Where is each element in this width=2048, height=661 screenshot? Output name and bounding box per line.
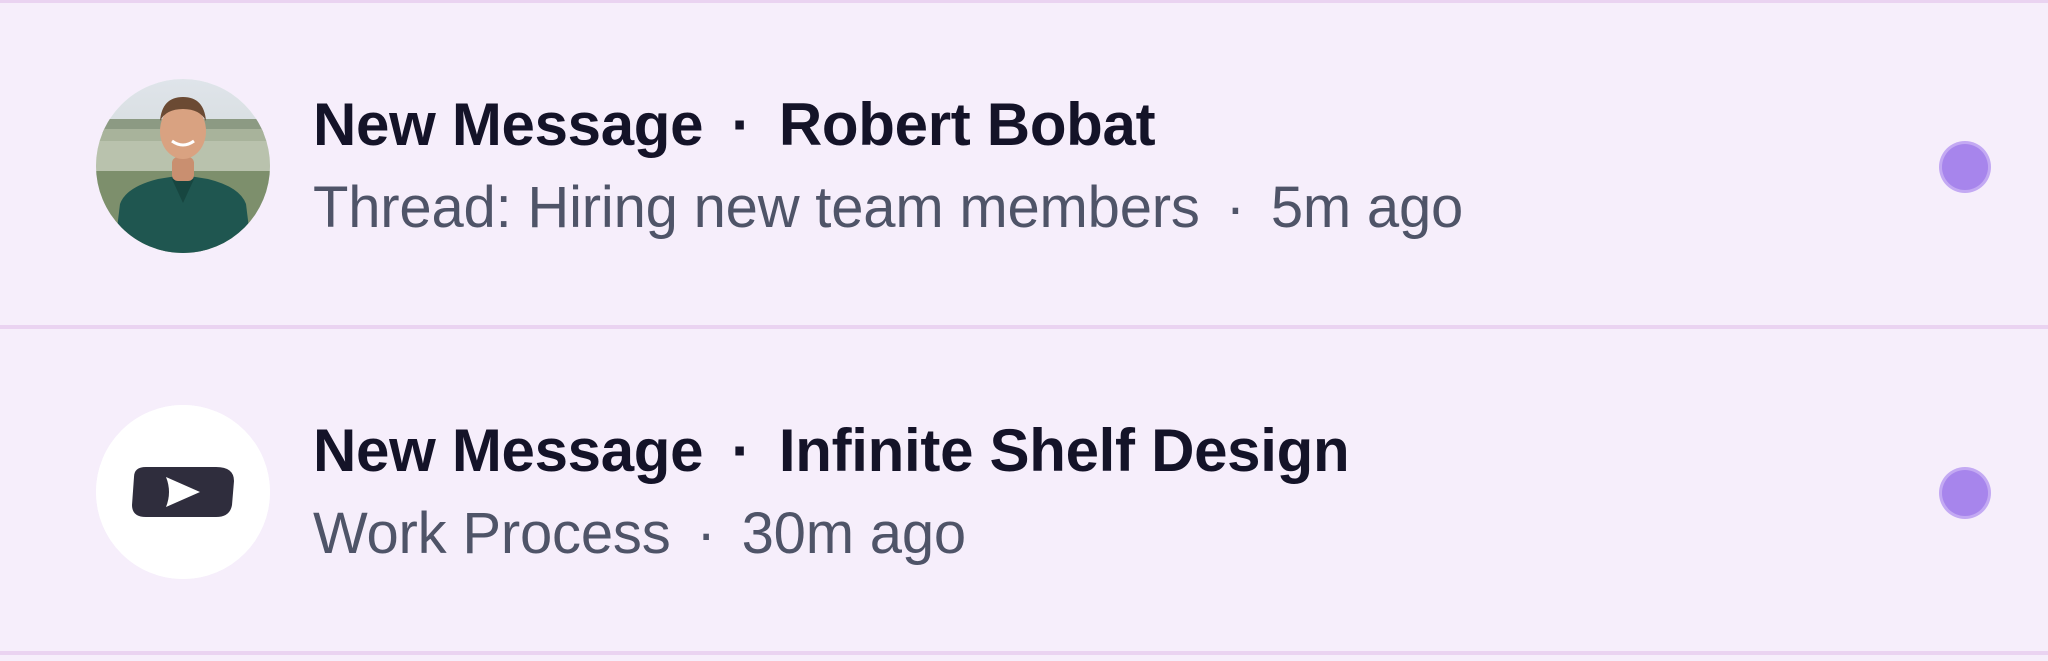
avatar	[96, 79, 270, 253]
notification-title: New Message · Robert Bobat	[313, 89, 1463, 161]
notification-context: Thread: Hiring new team members	[313, 175, 1200, 240]
avatar	[96, 405, 270, 579]
person-photo-avatar	[96, 79, 270, 253]
notification-sender: Infinite Shelf Design	[778, 417, 1350, 484]
notification-subtitle: Thread: Hiring new team members · 5m ago	[313, 173, 1463, 243]
notification-context: Work Process	[313, 501, 671, 566]
notification-item[interactable]: New Message · Robert Bobat Thread: Hiring …	[0, 3, 2048, 329]
notification-list: New Message · Robert Bobat Thread: Hiring …	[0, 0, 2048, 661]
notification-title: New Message · Infinite Shelf Design	[313, 415, 1350, 487]
unread-indicator	[1942, 470, 1988, 516]
title-separator: ·	[731, 91, 751, 158]
notification-subtitle: Work Process · 30m ago	[313, 499, 1349, 569]
notification-item[interactable]: New Message · Infinite Shelf Design Work P…	[0, 329, 2048, 655]
subtitle-separator: ·	[696, 501, 716, 566]
notification-type: New Message	[313, 91, 704, 158]
title-separator: ·	[731, 417, 751, 484]
infinite-shelf-logo-icon	[96, 405, 270, 579]
unread-indicator	[1942, 144, 1988, 190]
notification-text: New Message · Robert Bobat Thread: Hiring …	[313, 89, 1463, 243]
notification-sender: Robert Bobat	[778, 91, 1156, 158]
notification-time: 30m ago	[741, 501, 967, 566]
notification-type: New Message	[313, 417, 704, 484]
subtitle-separator: ·	[1225, 175, 1245, 240]
notification-time: 5m ago	[1270, 175, 1464, 240]
notification-text: New Message · Infinite Shelf Design Work P…	[313, 415, 1350, 569]
